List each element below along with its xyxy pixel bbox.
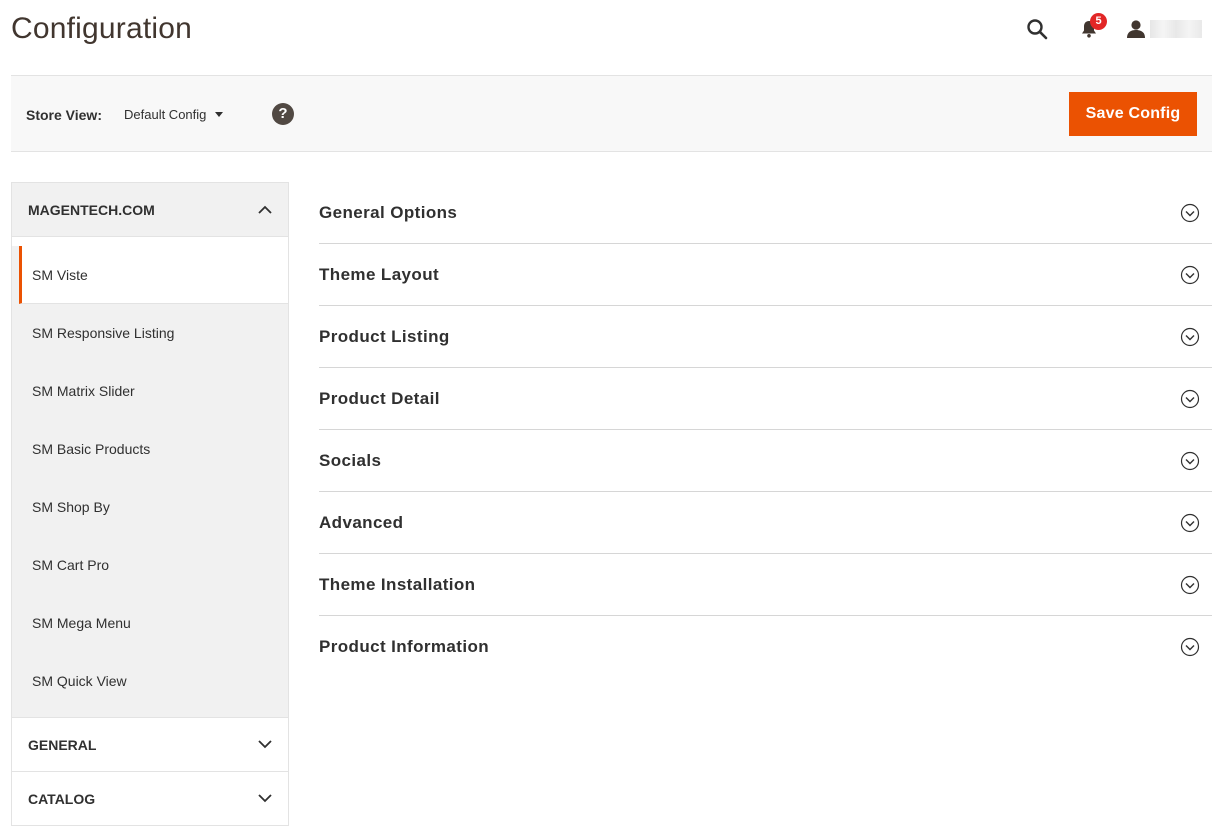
save-config-button[interactable]: Save Config — [1069, 92, 1197, 136]
store-view-label: Store View: — [26, 107, 102, 123]
circle-chevron-down-icon — [1180, 203, 1200, 222]
sidebar-item-sm-mega-menu[interactable]: SM Mega Menu — [12, 594, 288, 652]
sidebar-item-sm-shop-by[interactable]: SM Shop By — [12, 478, 288, 536]
user-account-button[interactable] — [1126, 14, 1202, 44]
circle-chevron-down-icon — [1180, 451, 1200, 470]
global-search-button[interactable] — [1022, 14, 1052, 44]
sidebar-section-catalog: CATALOG — [11, 772, 289, 826]
sidebar-section-header[interactable]: CATALOG — [12, 772, 288, 825]
header-actions: 5 — [1022, 13, 1202, 44]
search-icon — [1027, 19, 1048, 40]
config-groups: General Options Theme Layout Product Lis… — [319, 182, 1212, 678]
group-product-detail[interactable]: Product Detail — [319, 368, 1212, 430]
sidebar-section-general: GENERAL — [11, 718, 289, 772]
user-icon — [1127, 20, 1145, 38]
sidebar-item-sm-basic-products[interactable]: SM Basic Products — [12, 420, 288, 478]
sidebar-item-sm-viste[interactable]: SM Viste — [19, 246, 288, 304]
sidebar-section-header[interactable]: MAGENTECH.COM — [12, 183, 288, 237]
help-icon[interactable]: ? — [272, 103, 294, 125]
page-title: Configuration — [11, 12, 193, 45]
sidebar-item-sm-matrix-slider[interactable]: SM Matrix Slider — [12, 362, 288, 420]
sidebar-item-sm-quick-view[interactable]: SM Quick View — [12, 652, 288, 710]
sidebar-item-list: SM Viste SM Responsive Listing SM Matrix… — [12, 246, 288, 717]
group-theme-layout[interactable]: Theme Layout — [319, 244, 1212, 306]
group-advanced[interactable]: Advanced — [319, 492, 1212, 554]
user-name-redacted — [1150, 20, 1202, 38]
circle-chevron-down-icon — [1180, 513, 1200, 532]
circle-chevron-down-icon — [1180, 637, 1200, 657]
sidebar-section-header[interactable]: GENERAL — [12, 718, 288, 771]
sidebar-item-sm-responsive-listing[interactable]: SM Responsive Listing — [12, 304, 288, 362]
group-title: Advanced — [319, 512, 404, 532]
group-title: Product Information — [319, 637, 490, 656]
group-theme-installation[interactable]: Theme Installation — [319, 554, 1212, 616]
group-title: General Options — [319, 202, 458, 222]
sidebar-item-sm-cart-pro[interactable]: SM Cart Pro — [12, 536, 288, 594]
group-title: Theme Installation — [319, 574, 476, 594]
sidebar-section-label: GENERAL — [28, 736, 97, 753]
config-sidebar: MAGENTECH.COM SM Viste SM Responsive Lis… — [11, 182, 289, 826]
group-title: Product Detail — [319, 388, 440, 408]
chevron-up-icon — [258, 203, 272, 217]
group-title: Theme Layout — [319, 264, 440, 284]
caret-down-icon — [215, 112, 224, 117]
group-general-options[interactable]: General Options — [319, 182, 1212, 244]
sidebar-section-label: MAGENTECH.COM — [28, 201, 155, 218]
sidebar-section-label: CATALOG — [28, 790, 96, 807]
chevron-down-icon — [258, 792, 272, 806]
group-product-listing[interactable]: Product Listing — [319, 306, 1212, 368]
circle-chevron-down-icon — [1180, 265, 1200, 284]
circle-chevron-down-icon — [1180, 327, 1200, 346]
group-socials[interactable]: Socials — [319, 430, 1212, 492]
notification-count-badge: 5 — [1090, 13, 1107, 30]
circle-chevron-down-icon — [1180, 575, 1200, 594]
sidebar-section-magentech: MAGENTECH.COM SM Viste SM Responsive Lis… — [11, 182, 289, 718]
store-view-selected: Default Config — [124, 107, 207, 122]
notifications-button[interactable]: 5 — [1074, 13, 1107, 44]
store-view-bar: Store View: Default Config ? Save Config — [11, 75, 1212, 152]
circle-chevron-down-icon — [1180, 389, 1200, 408]
store-view-switcher[interactable]: Default Config — [124, 107, 224, 122]
group-product-information[interactable]: Product Information — [319, 616, 1212, 678]
chevron-down-icon — [258, 738, 272, 752]
group-title: Socials — [319, 450, 382, 470]
group-title: Product Listing — [319, 326, 450, 346]
